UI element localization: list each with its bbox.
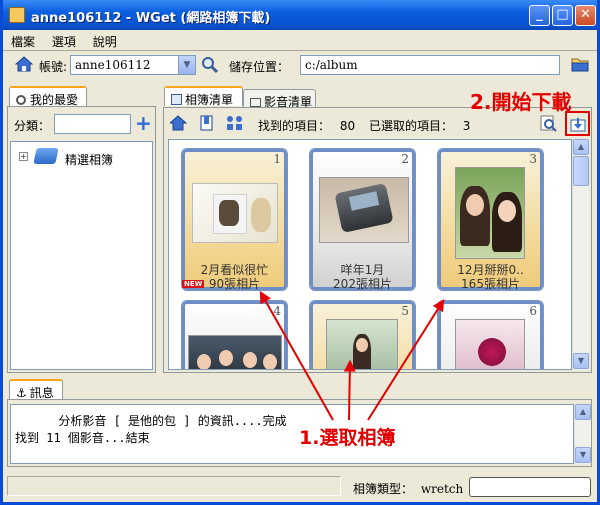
selected-label: 已選取的項目：	[368, 119, 453, 133]
title-bar[interactable]: anne106112 - WGet (網路相簿下載) _ □ ✕	[3, 0, 597, 30]
tab-album-list[interactable]: 相簿清單	[164, 86, 243, 107]
album-index: 4	[273, 304, 281, 318]
home-icon[interactable]	[15, 56, 33, 72]
annotation-select-album: 1.選取相簿	[299, 427, 396, 449]
scroll-up-icon[interactable]: ▲	[573, 139, 589, 155]
favorites-panel: 分類： + + 精選相簿	[7, 106, 156, 373]
scroll-up-icon[interactable]: ▲	[575, 404, 591, 420]
album-cover-image	[326, 319, 398, 369]
album-card[interactable]: 4	[181, 300, 288, 369]
bookmark-icon[interactable]	[200, 115, 213, 131]
save-location-field[interactable]: c:/album	[300, 55, 560, 75]
album-type-readout: 相簿類型： wretch	[353, 480, 463, 497]
account-select[interactable]: anne106112 ▼	[70, 55, 196, 75]
scroll-down-icon[interactable]: ▼	[575, 447, 591, 463]
app-window: anne106112 - WGet (網路相簿下載) _ □ ✕ 檔案 選項 說…	[0, 0, 600, 505]
album-photo-count: 202張相片	[333, 277, 392, 291]
album-cover-image	[455, 167, 525, 259]
menu-options[interactable]: 選項	[44, 30, 81, 50]
album-cover-image	[188, 335, 282, 369]
album-folder-icon	[33, 148, 59, 164]
album-photo-count: 165張相片	[461, 277, 520, 291]
preview-search-icon[interactable]	[540, 115, 557, 132]
menu-file[interactable]: 檔案	[3, 30, 40, 50]
album-cover-image	[319, 177, 409, 243]
anchor-icon: ⚓	[16, 386, 27, 400]
maximize-button[interactable]: □	[552, 5, 573, 26]
scroll-down-icon[interactable]: ▼	[573, 353, 589, 369]
album-type-label: 相簿類型：	[353, 482, 414, 496]
album-index: 1	[273, 152, 281, 166]
album-panel: 找到的項目： 80 已選取的項目： 3 1 2月看似很忙 90張相片 NEW 2…	[163, 107, 592, 373]
minimize-button[interactable]: _	[529, 5, 550, 26]
category-label: 分類：	[14, 119, 51, 133]
category-input[interactable]	[54, 114, 131, 134]
annotation-start-download: 2.開始下載	[470, 90, 572, 114]
progress-bar	[469, 477, 591, 497]
album-card[interactable]: 6	[437, 300, 544, 369]
menu-bar: 檔案 選項 說明	[3, 30, 597, 50]
chevron-down-icon[interactable]: ▼	[178, 56, 195, 74]
album-scrollbar[interactable]: ▲ ▼	[572, 139, 589, 370]
tab-album-list-label: 相簿清單	[185, 93, 234, 107]
album-index: 5	[401, 304, 409, 318]
album-index: 6	[529, 304, 537, 318]
add-category-icon[interactable]: +	[135, 113, 152, 133]
media-list-icon	[250, 98, 261, 107]
album-cover-image	[455, 319, 525, 369]
album-card[interactable]: 2 咩年1月 202張相片	[309, 148, 416, 291]
toolbar: 帳號: anne106112 ▼ 儲存位置： c:/album	[3, 52, 597, 78]
tab-media-list[interactable]: 影音清單	[243, 89, 316, 109]
log-line: 找到 11 個影音...結束	[15, 431, 150, 445]
album-index: 2	[401, 152, 409, 166]
found-items-readout: 找到的項目： 80 已選取的項目： 3	[258, 117, 470, 134]
close-button[interactable]: ✕	[575, 5, 596, 26]
search-icon[interactable]	[201, 56, 219, 74]
menu-help[interactable]: 說明	[85, 30, 122, 50]
selected-count: 3	[462, 119, 471, 133]
new-badge: NEW	[182, 280, 205, 288]
window-title: anne106112 - WGet (網路相簿下載)	[31, 11, 271, 26]
tab-favorites-label: 我的最愛	[30, 93, 79, 107]
album-cover-image	[192, 183, 278, 243]
app-icon	[9, 7, 25, 23]
album-list-icon	[171, 94, 182, 105]
album-index: 3	[529, 152, 537, 166]
album-type-value: wretch	[420, 482, 464, 496]
favorites-tree: + 精選相簿	[10, 141, 153, 370]
folder-icon[interactable]	[571, 56, 589, 72]
save-location-label: 儲存位置：	[229, 60, 290, 74]
expand-icon[interactable]: +	[19, 152, 28, 161]
scroll-thumb[interactable]	[573, 156, 589, 186]
gear-icon	[16, 95, 26, 105]
album-grid: 1 2月看似很忙 90張相片 NEW 2 咩年1月 202張相片 3 12月掰掰…	[168, 139, 572, 370]
status-bar: 相簿類型： wretch	[3, 476, 597, 500]
found-label: 找到的項目：	[258, 119, 331, 133]
album-card[interactable]: 5	[309, 300, 416, 369]
menu-divider	[3, 50, 597, 51]
thumbnails-icon[interactable]	[226, 115, 244, 131]
tree-item-featured[interactable]: 精選相簿	[65, 151, 113, 168]
found-count: 80	[339, 119, 356, 133]
up-folder-icon[interactable]	[170, 115, 187, 131]
album-card[interactable]: 3 12月掰掰0.. 165張相片	[437, 148, 544, 291]
album-card[interactable]: 1 2月看似很忙 90張相片 NEW	[181, 148, 288, 291]
status-section	[7, 476, 341, 496]
message-scrollbar[interactable]: ▲ ▼	[574, 404, 591, 464]
account-label: 帳號:	[39, 60, 68, 74]
tab-messages[interactable]: ⚓ 訊息	[9, 379, 63, 400]
log-line: 分析影音 [ 是他的包 ] 的資訊....完成	[15, 414, 287, 428]
message-log: 分析影音 [ 是他的包 ] 的資訊....完成 找到 11 個影音...結束	[10, 404, 574, 464]
tab-messages-label: 訊息	[29, 386, 54, 400]
download-icon	[570, 118, 586, 132]
account-value: anne106112	[75, 58, 151, 72]
tab-favorites[interactable]: 我的最愛	[9, 86, 87, 107]
